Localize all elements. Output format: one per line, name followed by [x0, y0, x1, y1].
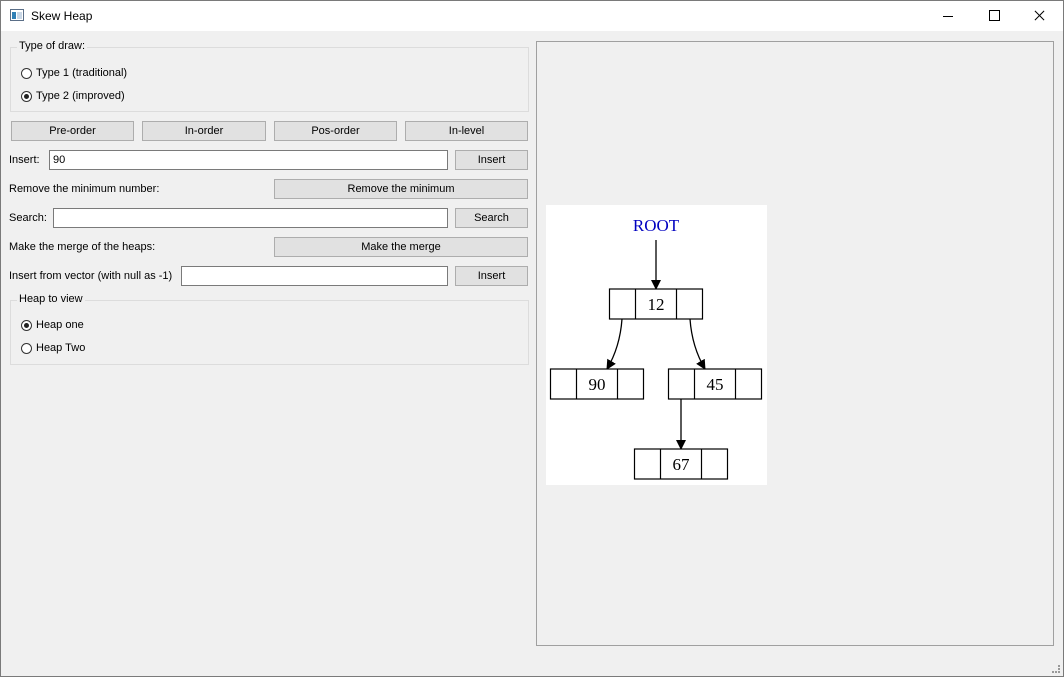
- insert-label: Insert:: [9, 154, 40, 166]
- tree-nodes: 12 90 45 67: [549, 288, 763, 480]
- maximize-icon[interactable]: [971, 1, 1017, 31]
- heap-diagram: ROOT 12 90 45 67: [546, 205, 767, 485]
- remove-min-label: Remove the minimum number:: [9, 183, 160, 195]
- resize-grip-icon[interactable]: [1052, 665, 1060, 673]
- tree-node-45: 45: [667, 368, 763, 400]
- node-value: 90: [589, 375, 606, 394]
- window-title: Skew Heap: [31, 9, 93, 23]
- draw-type-group: Type of draw: Type 1 (traditional) Type …: [10, 40, 529, 112]
- node-value: 67: [673, 455, 691, 474]
- merge-label: Make the merge of the heaps:: [9, 241, 156, 253]
- radio-heap-one[interactable]: Heap one: [21, 317, 84, 333]
- pos-order-button[interactable]: Pos-order: [274, 121, 397, 141]
- merge-button[interactable]: Make the merge: [274, 237, 528, 257]
- radio-heap-one-indicator[interactable]: [21, 319, 32, 331]
- heap-graphics-view[interactable]: ROOT 12 90 45 67: [536, 41, 1054, 646]
- app-window-icon: [10, 9, 24, 21]
- remove-min-button[interactable]: Remove the minimum: [274, 179, 528, 199]
- heap-view-group: Heap to view Heap one Heap Two: [10, 293, 529, 365]
- edge-n12-n90: [606, 318, 623, 370]
- radio-type-1-label: Type 1 (traditional): [36, 67, 128, 79]
- draw-type-title: Type of draw:: [17, 40, 88, 52]
- radio-type-1[interactable]: Type 1 (traditional): [21, 65, 127, 81]
- tree-edges: [606, 240, 706, 450]
- tree-node-67: 67: [633, 448, 729, 480]
- in-order-button[interactable]: In-order: [142, 121, 266, 141]
- radio-heap-two[interactable]: Heap Two: [21, 340, 85, 356]
- in-level-button[interactable]: In-level: [405, 121, 528, 141]
- search-label: Search:: [9, 212, 47, 224]
- main-window: Skew Heap Type of draw: Type 1 (traditio…: [0, 0, 1064, 677]
- tree-node-90: 90: [549, 368, 645, 400]
- minimize-icon[interactable]: [925, 1, 971, 31]
- tree-node-12: 12: [608, 288, 704, 320]
- radio-heap-two-label: Heap Two: [36, 342, 86, 354]
- radio-type-2-indicator[interactable]: [21, 90, 32, 102]
- search-input[interactable]: [53, 208, 448, 228]
- radio-heap-one-label: Heap one: [36, 319, 84, 331]
- insert-vector-label: Insert from vector (with null as -1): [9, 270, 173, 282]
- radio-type-2-label: Type 2 (improved): [36, 90, 125, 102]
- node-value: 12: [648, 295, 665, 314]
- node-value: 45: [707, 375, 724, 394]
- search-button[interactable]: Search: [455, 208, 528, 228]
- close-icon[interactable]: [1017, 1, 1063, 31]
- insert-button[interactable]: Insert: [455, 150, 528, 170]
- edge-n12-n45: [689, 318, 706, 370]
- radio-type-2[interactable]: Type 2 (improved): [21, 88, 125, 104]
- title-bar[interactable]: Skew Heap: [1, 1, 1063, 31]
- insert-vector-input[interactable]: [181, 266, 448, 286]
- pre-order-button[interactable]: Pre-order: [11, 121, 134, 141]
- heap-view-title: Heap to view: [17, 293, 85, 305]
- radio-type-1-indicator[interactable]: [21, 67, 32, 79]
- radio-heap-two-indicator[interactable]: [21, 342, 32, 354]
- insert-vector-button[interactable]: Insert: [455, 266, 528, 286]
- insert-input[interactable]: 90: [49, 150, 448, 170]
- heap-tree-svg: ROOT 12 90 45 67: [549, 216, 763, 480]
- root-label: ROOT: [633, 216, 680, 235]
